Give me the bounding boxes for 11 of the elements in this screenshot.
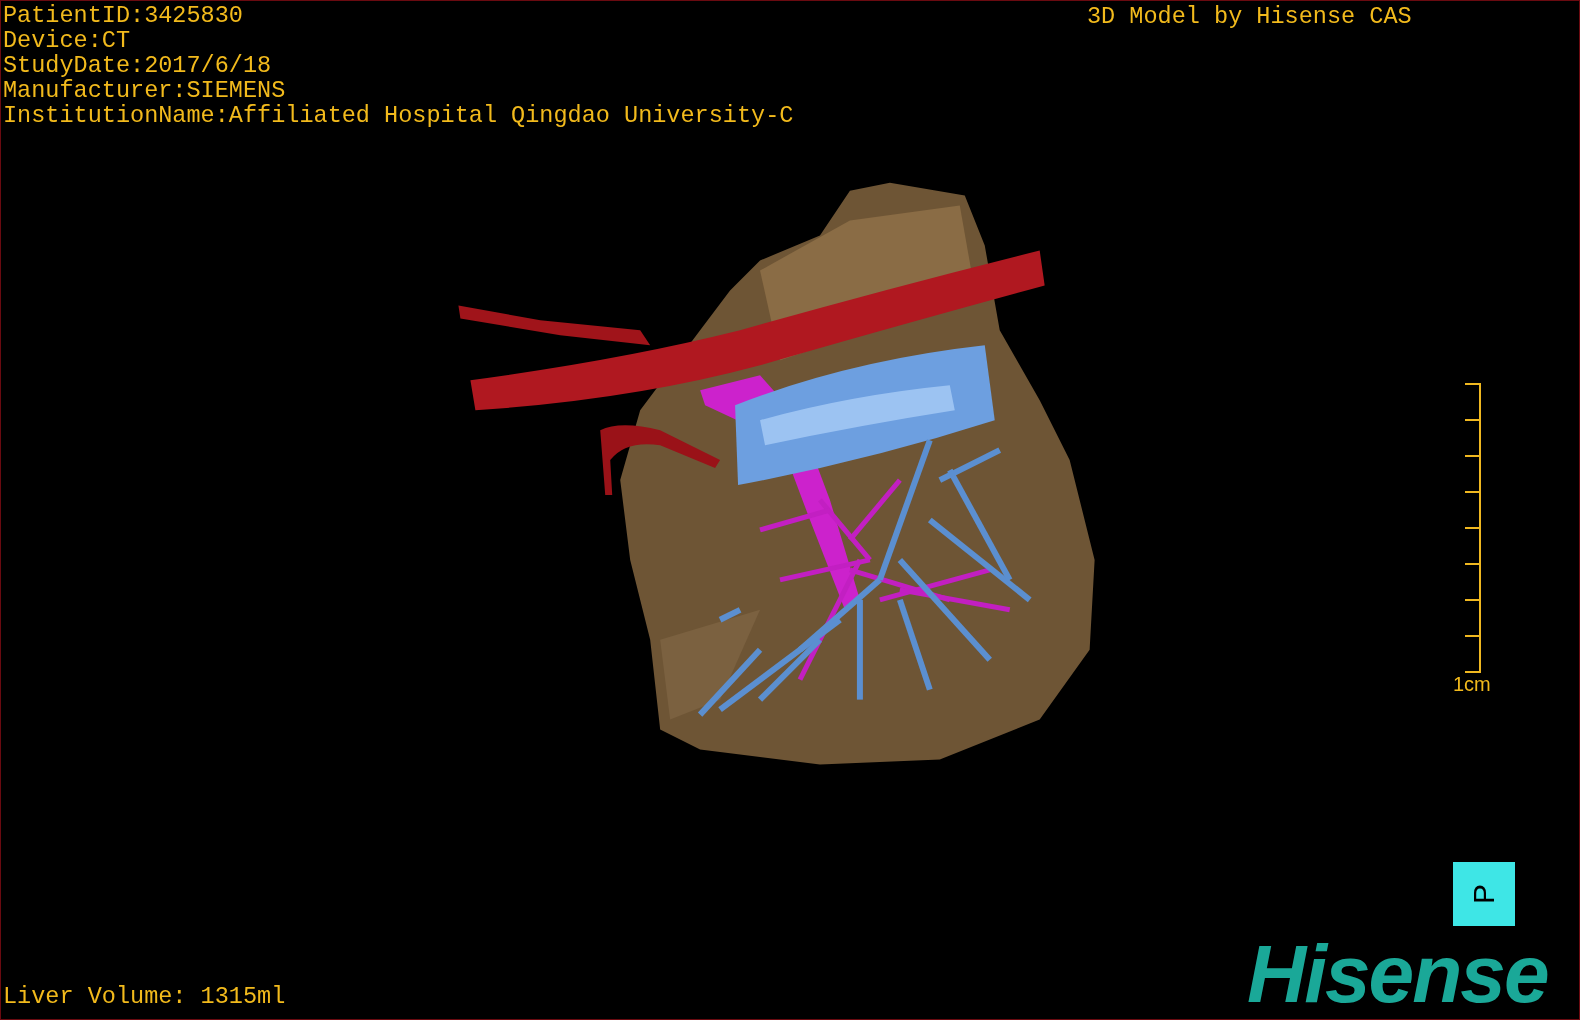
- logo: Hisense: [1247, 934, 1548, 1014]
- patient-info-line: InstitutionName:Affiliated Hospital Qingdao University-C: [3, 103, 794, 128]
- scale-label: 1cm: [1453, 673, 1491, 695]
- model-credit: 3D Model by Hisense CAS: [1087, 4, 1412, 29]
- scale-bar-icon: [1462, 383, 1483, 673]
- patient-info-line: StudyDate:2017/6/18: [3, 53, 273, 78]
- patient-info-line: PatientID:3425830: [3, 3, 244, 28]
- liver-volume: Liver Volume: 1315ml: [3, 984, 286, 1009]
- patient-info-line: Device:CT: [3, 28, 132, 53]
- orientation-marker[interactable]: P: [1453, 862, 1515, 926]
- patient-info-line: Manufacturer:SIEMENS: [3, 78, 287, 103]
